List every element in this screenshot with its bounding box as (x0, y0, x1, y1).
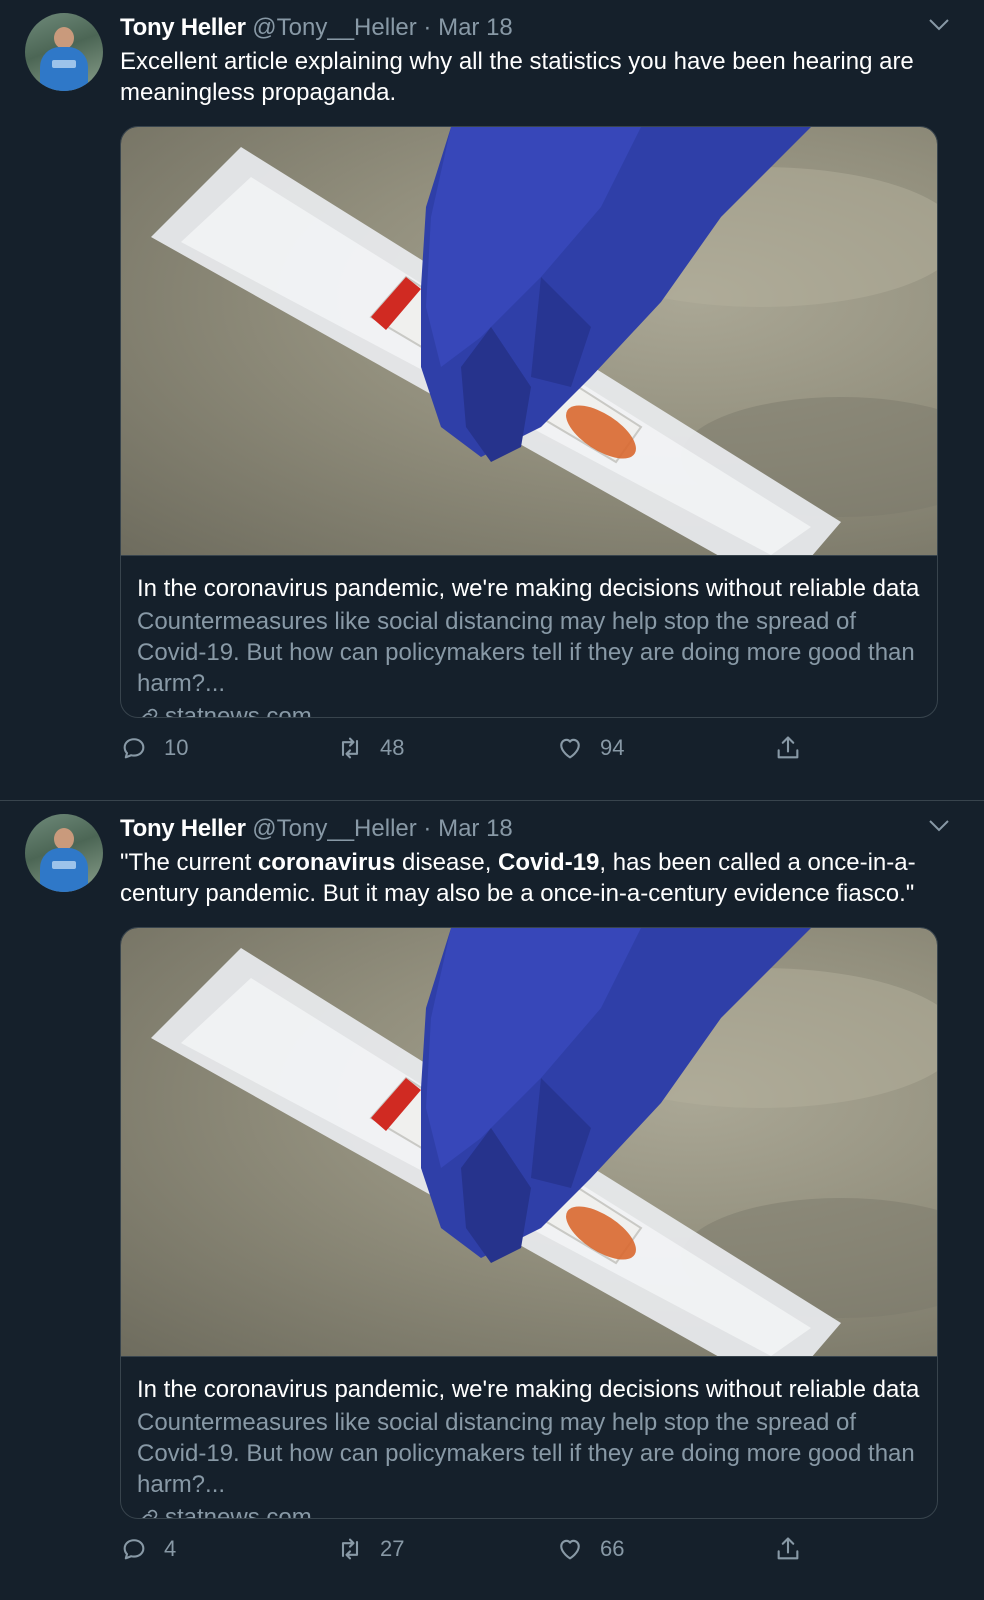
author-name[interactable]: Tony Heller (120, 14, 246, 41)
card-title: In the coronavirus pandemic, we're makin… (137, 1376, 920, 1403)
tweet[interactable]: Tony Heller @Tony__Heller · Mar 18 Excel… (0, 0, 984, 800)
avatar[interactable] (25, 13, 103, 91)
card-image (121, 127, 937, 556)
tweet-date[interactable]: Mar 18 (438, 14, 513, 41)
card-description: Countermeasures like social distancing m… (137, 608, 915, 697)
link-icon (142, 708, 158, 717)
heart-icon (560, 1539, 580, 1560)
separator: · (423, 815, 432, 842)
tweet-date[interactable]: Mar 18 (438, 815, 513, 842)
share-button[interactable] (774, 1535, 802, 1563)
avatar[interactable] (25, 814, 103, 892)
retweet-button[interactable]: 48 (336, 734, 404, 762)
like-button[interactable]: 94 (556, 734, 624, 762)
author-handle[interactable]: @Tony__Heller (252, 14, 416, 41)
like-button[interactable]: 66 (556, 1535, 624, 1563)
tweet-actions: 10 48 94 (120, 734, 820, 768)
separator: · (423, 14, 432, 41)
card-image (121, 928, 937, 1357)
reply-count: 4 (164, 1536, 177, 1561)
like-count: 66 (600, 1536, 625, 1561)
retweet-count: 48 (380, 735, 405, 760)
text-segment: "The current (120, 849, 258, 876)
retweet-icon (341, 1538, 359, 1560)
reply-icon (123, 1539, 145, 1560)
card-description: Countermeasures like social distancing m… (137, 1409, 915, 1498)
chevron-down-icon[interactable] (928, 819, 950, 833)
retweet-icon (341, 737, 359, 759)
tweet-actions: 4 27 66 (120, 1535, 820, 1569)
card-domain: statnews.com (165, 703, 312, 718)
tweet-header: Tony Heller @Tony__Heller · Mar 18 (120, 13, 513, 43)
highlighted-term: Covid-19 (498, 849, 600, 876)
heart-icon (560, 738, 580, 759)
reply-count: 10 (164, 735, 189, 760)
text-segment: disease, (395, 849, 499, 876)
share-icon (777, 1537, 799, 1560)
link-card[interactable]: In the coronavirus pandemic, we're makin… (120, 126, 938, 718)
chevron-down-icon[interactable] (928, 18, 950, 32)
reply-button[interactable]: 4 (120, 1535, 176, 1563)
share-button[interactable] (774, 734, 802, 762)
highlighted-term: coronavirus (257, 849, 396, 876)
author-handle[interactable]: @Tony__Heller (252, 815, 416, 842)
link-icon (142, 1509, 158, 1518)
tweet-text: Excellent article explaining why all the… (120, 48, 914, 106)
card-domain: statnews.com (165, 1504, 312, 1519)
card-title: In the coronavirus pandemic, we're makin… (137, 575, 920, 602)
tweet[interactable]: Tony Heller @Tony__Heller · Mar 18 "The … (0, 800, 984, 1600)
tweet-text: "The current coronavirus disease, Covid-… (120, 847, 920, 909)
link-card[interactable]: In the coronavirus pandemic, we're makin… (120, 927, 938, 1519)
like-count: 94 (600, 735, 625, 760)
share-icon (777, 736, 799, 759)
reply-icon (123, 738, 145, 759)
retweet-button[interactable]: 27 (336, 1535, 404, 1563)
retweet-count: 27 (380, 1536, 405, 1561)
author-name[interactable]: Tony Heller (120, 815, 246, 842)
reply-button[interactable]: 10 (120, 734, 188, 762)
tweet-header: Tony Heller @Tony__Heller · Mar 18 (120, 814, 513, 844)
